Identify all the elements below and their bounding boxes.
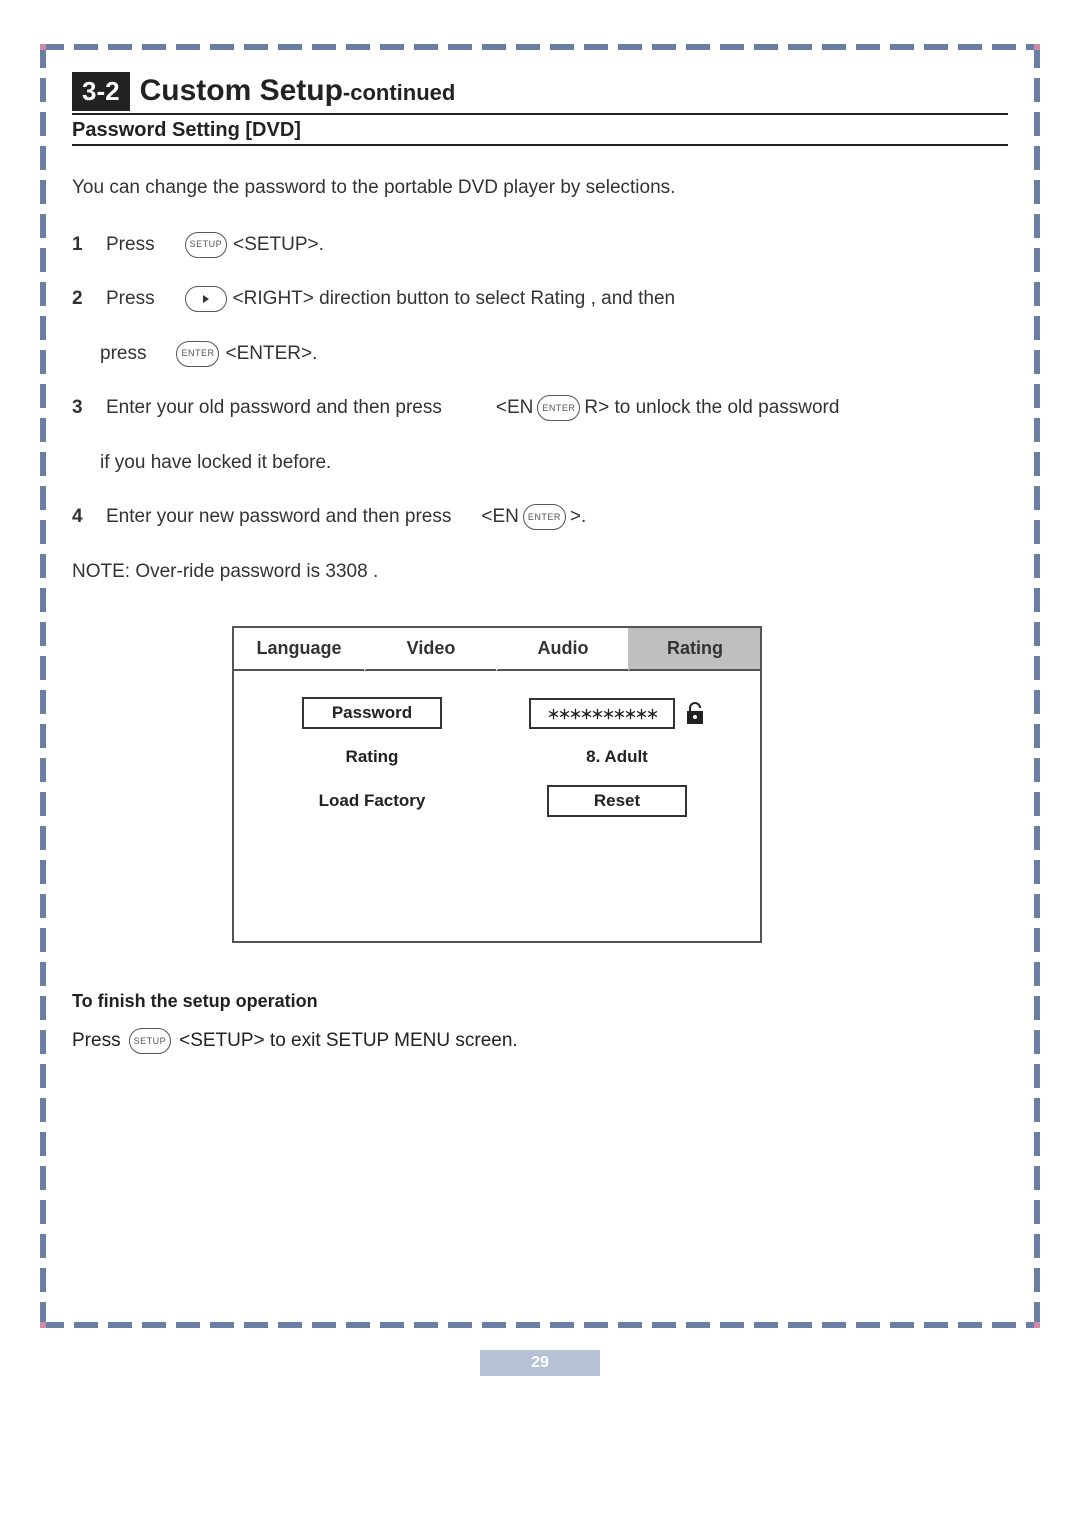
intro-text: You can change the password to the porta… xyxy=(72,174,1008,203)
step-3-cont: if you have locked it before. xyxy=(100,449,1008,478)
step-text: Enter your old password and then press xyxy=(106,394,442,423)
section-heading: 3-2 Custom Setup-continued xyxy=(72,72,1008,115)
step-number: 4 xyxy=(72,503,100,532)
lock-icon xyxy=(685,701,705,725)
setup-button-icon: SETUP xyxy=(185,232,228,258)
step-text: press xyxy=(100,340,146,369)
finish-heading: To finish the setup operation xyxy=(72,991,1008,1012)
menu-value-rating: 8. Adult xyxy=(547,743,687,771)
step-number: 1 xyxy=(72,231,100,260)
menu-label-rating: Rating xyxy=(302,743,442,771)
tab-language: Language xyxy=(234,628,364,671)
note-text: NOTE: Over-ride password is 3308 . xyxy=(72,558,1008,587)
enter-button-icon: ENTER xyxy=(523,504,566,530)
step-text: Press xyxy=(106,231,155,260)
enter-button-icon: ENTER xyxy=(537,395,580,421)
tab-rating: Rating xyxy=(628,628,760,671)
step-1: 1 Press SETUP <SETUP>. xyxy=(72,231,1008,260)
finish-text: <SETUP> to exit SETUP MENU screen. xyxy=(179,1030,518,1052)
step-4: 4 Enter your new password and then press… xyxy=(72,503,1008,532)
setup-menu-diagram: Language Video Audio Rating Password ＊＊＊… xyxy=(232,626,762,943)
step-text: Press xyxy=(106,285,155,314)
step-3: 3 Enter your old password and then press… xyxy=(72,394,1008,423)
page-number: 29 xyxy=(480,1350,600,1376)
corner-dot xyxy=(1034,1322,1040,1328)
step-text: <ENTER>. xyxy=(225,340,317,369)
step-2-cont: press ENTER <ENTER>. xyxy=(100,340,1008,369)
step-number: 3 xyxy=(72,394,100,423)
frame-right xyxy=(1034,44,1040,1328)
tab-audio: Audio xyxy=(496,628,628,671)
finish-line: Press SETUP <SETUP> to exit SETUP MENU s… xyxy=(72,1028,1008,1054)
menu-row-password: Password ＊＊＊＊＊＊＊＊＊＊ xyxy=(252,697,742,729)
frame-top xyxy=(40,44,1040,50)
menu-row-rating: Rating 8. Adult xyxy=(252,743,742,771)
setup-button-icon: SETUP xyxy=(129,1028,172,1054)
step-text: if you have locked it before. xyxy=(100,449,331,478)
frame-bottom xyxy=(40,1322,1040,1328)
menu-value-factory: Reset xyxy=(547,785,687,817)
enter-button-icon: ENTER xyxy=(176,341,219,367)
step-text: Enter your new password and then press xyxy=(106,503,451,532)
menu-row-factory: Load Factory Reset xyxy=(252,785,742,817)
step-text: <SETUP>. xyxy=(233,231,324,260)
step-text: <EN xyxy=(481,503,519,532)
step-number: 2 xyxy=(72,285,100,314)
section-title: Custom Setup xyxy=(140,74,343,107)
section-number-badge: 3-2 xyxy=(72,72,130,111)
frame-left xyxy=(40,44,46,1328)
step-text: >. xyxy=(570,503,586,532)
finish-press: Press xyxy=(72,1030,121,1052)
step-text: R> to unlock the old password xyxy=(584,394,839,423)
tab-video: Video xyxy=(364,628,496,671)
menu-label-password: Password xyxy=(302,697,442,729)
section-continued: -continued xyxy=(343,80,455,105)
corner-dot xyxy=(40,1322,46,1328)
step-text: <RIGHT> direction button to select Ratin… xyxy=(233,285,676,314)
step-text: <EN xyxy=(496,394,534,423)
menu-value-password: ＊＊＊＊＊＊＊＊＊＊ xyxy=(529,698,675,729)
corner-dot xyxy=(40,44,46,50)
subheading: Password Setting [DVD] xyxy=(72,119,1008,146)
right-arrow-button-icon xyxy=(185,286,227,312)
corner-dot xyxy=(1034,44,1040,50)
menu-label-factory: Load Factory xyxy=(302,787,442,815)
step-2: 2 Press <RIGHT> direction button to sele… xyxy=(72,285,1008,314)
